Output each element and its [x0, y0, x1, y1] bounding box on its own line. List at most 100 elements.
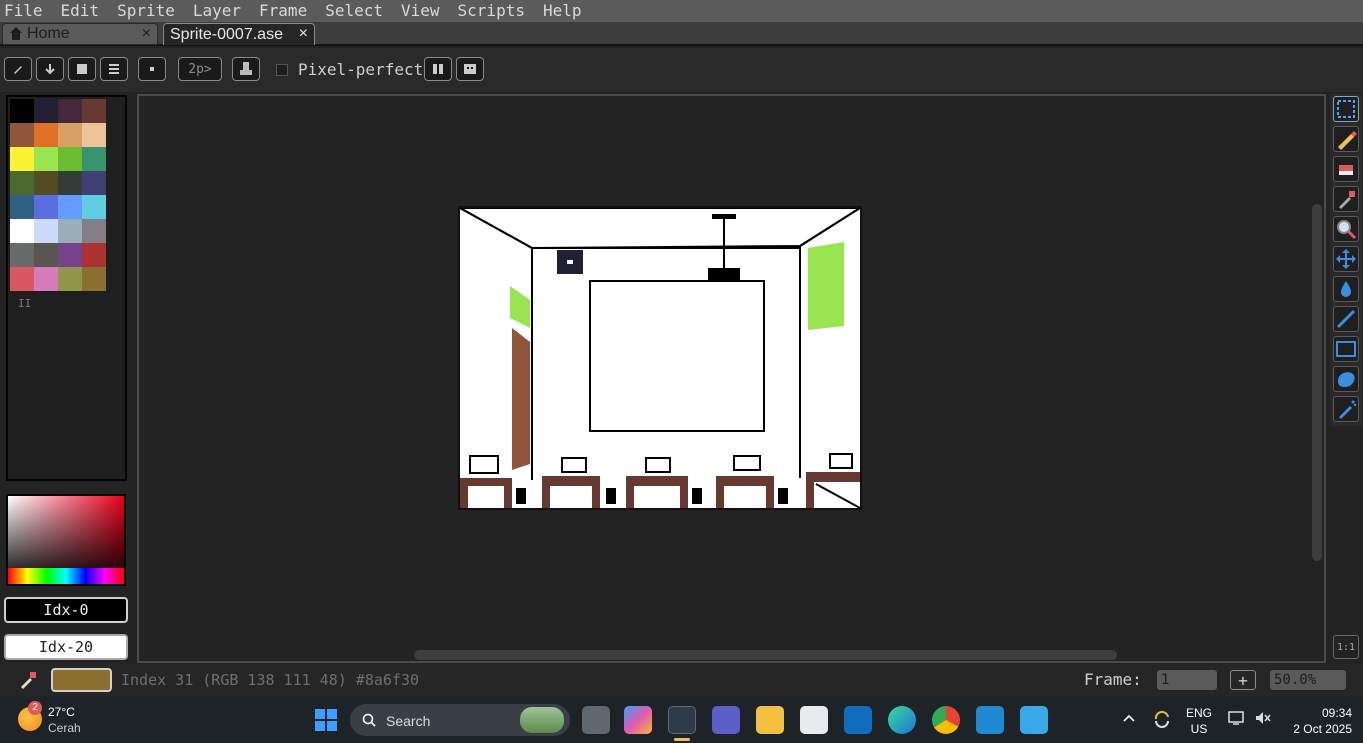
tab-home-close-icon[interactable]: ×: [142, 25, 151, 43]
clock[interactable]: 09:34 2 Oct 2025: [1280, 705, 1352, 737]
marquee-tool[interactable]: [1333, 96, 1359, 122]
palette-swatch[interactable]: [58, 243, 82, 267]
palette-swatch[interactable]: [34, 147, 58, 171]
add-frame-button[interactable]: +: [1230, 670, 1256, 690]
palette-swatch[interactable]: [10, 147, 34, 171]
palette-swatch[interactable]: [58, 267, 82, 291]
palette-swatch[interactable]: [10, 123, 34, 147]
palette-swatch[interactable]: [58, 171, 82, 195]
spray-tool[interactable]: [1333, 396, 1359, 422]
one-to-one-zoom-button[interactable]: 1:1: [1333, 635, 1359, 659]
weather-temperature[interactable]: 27°C: [48, 705, 75, 719]
palette-swatch[interactable]: [10, 243, 34, 267]
brush-circle-button[interactable]: [4, 57, 32, 81]
windows-start-icon[interactable]: [314, 708, 338, 732]
menu-view[interactable]: View: [401, 1, 440, 21]
paint-bucket-tool[interactable]: [1333, 276, 1359, 302]
volume-muted-icon[interactable]: [1254, 710, 1272, 726]
tab-sprite-close-icon[interactable]: ×: [299, 25, 308, 43]
frame-input[interactable]: 1: [1157, 670, 1217, 690]
move-tool[interactable]: [1333, 246, 1359, 272]
menu-scripts[interactable]: Scripts: [458, 1, 525, 21]
sprite-canvas[interactable]: [458, 206, 862, 510]
menu-file[interactable]: File: [4, 1, 43, 21]
background-color-button[interactable]: Idx-20: [4, 634, 128, 660]
copilot-icon[interactable]: [624, 706, 652, 734]
palette-swatch[interactable]: [82, 99, 106, 123]
hue-slider[interactable]: [8, 568, 124, 584]
zoom-input[interactable]: 50.0%: [1270, 670, 1346, 690]
pencil-tool[interactable]: [1333, 126, 1359, 152]
palette-swatch[interactable]: [10, 171, 34, 195]
palette-swatch[interactable]: [58, 123, 82, 147]
palette-swatch[interactable]: [34, 243, 58, 267]
task-view-icon[interactable]: [582, 706, 610, 734]
menu-sprite[interactable]: Sprite: [117, 1, 175, 21]
palette-swatch[interactable]: [58, 219, 82, 243]
eraser-tool[interactable]: [1333, 156, 1359, 182]
palette-swatch[interactable]: [10, 195, 34, 219]
palette-swatch[interactable]: [58, 195, 82, 219]
weather-condition[interactable]: Cerah: [48, 721, 81, 735]
palette-swatch[interactable]: [58, 147, 82, 171]
outlook-icon[interactable]: [844, 706, 872, 734]
contour-tool[interactable]: [1333, 366, 1359, 392]
tab-sprite[interactable]: Sprite-0007.ase ×: [163, 23, 315, 45]
eyedropper-tool[interactable]: [1333, 186, 1359, 212]
language-indicator[interactable]: ENG US: [1186, 705, 1212, 737]
chevron-up-icon[interactable]: [1122, 713, 1136, 723]
teams-icon[interactable]: [712, 706, 740, 734]
eyedropper-status-icon: [21, 672, 36, 689]
menu-frame[interactable]: Frame: [259, 1, 307, 21]
palette-options-icon[interactable]: II: [18, 297, 31, 310]
palette-swatch[interactable]: [10, 219, 34, 243]
current-color-swatch[interactable]: [51, 668, 112, 692]
sync-icon[interactable]: [1152, 709, 1172, 729]
menu-help[interactable]: Help: [543, 1, 582, 21]
palette-swatch[interactable]: [34, 219, 58, 243]
palette-swatch[interactable]: [82, 123, 106, 147]
horizontal-scrollbar[interactable]: [414, 650, 1117, 660]
microsoft-store-icon[interactable]: [800, 706, 828, 734]
menu-edit[interactable]: Edit: [61, 1, 100, 21]
palette-swatch[interactable]: [82, 195, 106, 219]
vertical-scrollbar[interactable]: [1312, 204, 1322, 561]
foreground-color-button[interactable]: Idx-0: [4, 597, 128, 623]
menu-select[interactable]: Select: [325, 1, 383, 21]
symmetry-horizontal-button[interactable]: [456, 57, 484, 81]
brush-square-button[interactable]: [36, 57, 64, 81]
brush-size-button[interactable]: 2p>: [178, 57, 222, 81]
file-explorer-icon[interactable]: [756, 706, 784, 734]
palette-swatch[interactable]: [34, 171, 58, 195]
palette-swatch[interactable]: [82, 219, 106, 243]
chrome-icon[interactable]: [932, 706, 960, 734]
palette-swatch[interactable]: [10, 99, 34, 123]
vscode-icon[interactable]: [976, 706, 1004, 734]
pixel-perfect-checkbox[interactable]: [276, 64, 288, 76]
zoom-tool[interactable]: [1333, 216, 1359, 242]
brush-lines-button[interactable]: [100, 57, 128, 81]
ink-button[interactable]: [232, 57, 260, 81]
tab-home[interactable]: Home ×: [2, 23, 158, 45]
menu-layer[interactable]: Layer: [193, 1, 241, 21]
palette-swatch[interactable]: [82, 147, 106, 171]
palette-swatch[interactable]: [34, 195, 58, 219]
notepad-icon[interactable]: [1020, 706, 1048, 734]
line-tool[interactable]: [1333, 306, 1359, 332]
sprite-artwork: [460, 208, 860, 508]
brush-block-button[interactable]: [68, 57, 96, 81]
palette-swatch[interactable]: [34, 267, 58, 291]
brush-dot-button[interactable]: [138, 57, 166, 81]
palette-swatch[interactable]: [82, 267, 106, 291]
aseprite-app-icon[interactable]: [668, 706, 696, 734]
palette-swatch[interactable]: [10, 267, 34, 291]
palette-swatch[interactable]: [82, 171, 106, 195]
palette-swatch[interactable]: [34, 123, 58, 147]
rectangle-tool[interactable]: [1333, 336, 1359, 362]
palette-swatch[interactable]: [34, 99, 58, 123]
symmetry-vertical-button[interactable]: [424, 57, 452, 81]
palette-swatch[interactable]: [82, 243, 106, 267]
edge-icon[interactable]: [888, 706, 916, 734]
network-icon[interactable]: [1228, 710, 1246, 726]
palette-swatch[interactable]: [58, 99, 82, 123]
